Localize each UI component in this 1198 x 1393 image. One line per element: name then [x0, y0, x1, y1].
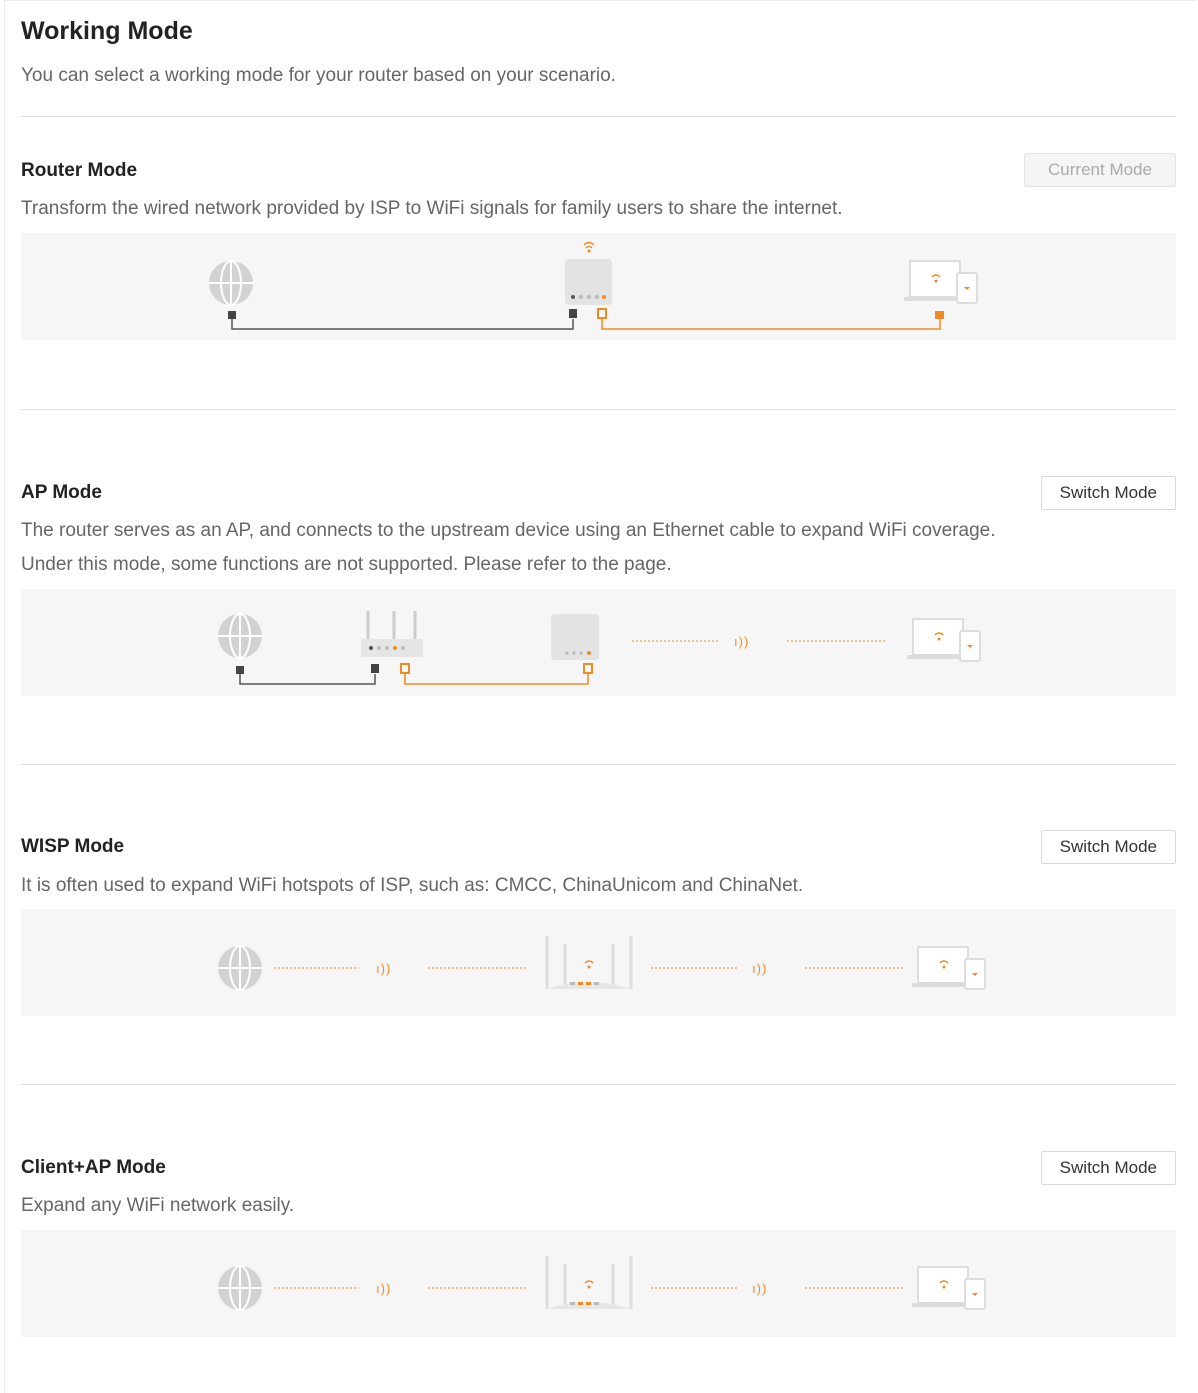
laptop-phone-icon	[912, 1266, 986, 1310]
wisp-switch-mode-button[interactable]: Switch Mode	[1040, 830, 1176, 864]
wisp-mode-description: It is often used to expand WiFi hotspots…	[21, 875, 804, 896]
wisp-mode-title: WISP Mode	[21, 836, 125, 857]
divider	[21, 764, 1176, 765]
svg-text:ı)): ı))	[376, 961, 391, 976]
ap-mode-description-line1: The router serves as an AP, and connects…	[21, 520, 996, 541]
svg-text:ı)): ı))	[734, 634, 749, 649]
client-ap-mode-title: Client+AP Mode	[21, 1157, 166, 1178]
working-mode-page: Working Mode You can select a working mo…	[4, 0, 1196, 1393]
current-mode-button[interactable]: Current Mode	[1024, 153, 1176, 187]
client-ap-mode-description: Expand any WiFi network easily.	[21, 1195, 295, 1216]
upstream-router-icon	[361, 611, 423, 657]
router-mode-title: Router Mode	[21, 160, 138, 181]
divider	[21, 116, 1176, 117]
router-icon	[551, 614, 599, 660]
ap-mode-title: AP Mode	[21, 482, 102, 503]
client-ap-mode-diagram: ı)) ı))	[21, 1230, 1176, 1337]
divider	[21, 409, 1176, 410]
laptop-phone-icon	[912, 946, 986, 990]
wisp-mode-diagram: ı)) ı))	[21, 909, 1176, 1016]
client-ap-switch-mode-button[interactable]: Switch Mode	[1040, 1151, 1176, 1185]
router-mode-description: Transform the wired network provided by …	[21, 198, 843, 219]
laptop-phone-icon	[904, 260, 978, 304]
router-icon	[565, 241, 612, 305]
page-subtitle: You can select a working mode for your r…	[21, 65, 616, 86]
page-title: Working Mode	[21, 17, 193, 45]
internet-globe-icon	[218, 1265, 262, 1311]
ap-switch-mode-button[interactable]: Switch Mode	[1040, 476, 1176, 510]
internet-globe-icon	[209, 260, 253, 306]
internet-globe-icon	[218, 945, 262, 991]
wireless-router-icon	[545, 1256, 633, 1309]
router-mode-diagram	[21, 233, 1176, 340]
internet-globe-icon	[218, 613, 262, 659]
ap-mode-diagram: ı))	[21, 589, 1176, 696]
divider	[21, 1084, 1176, 1085]
svg-text:ı)): ı))	[752, 1281, 767, 1296]
ap-mode-description-line2: Under this mode, some functions are not …	[21, 554, 672, 575]
laptop-phone-icon	[907, 618, 981, 662]
svg-text:ı)): ı))	[376, 1281, 391, 1296]
svg-text:ı)): ı))	[752, 961, 767, 976]
wireless-router-icon	[545, 936, 633, 989]
